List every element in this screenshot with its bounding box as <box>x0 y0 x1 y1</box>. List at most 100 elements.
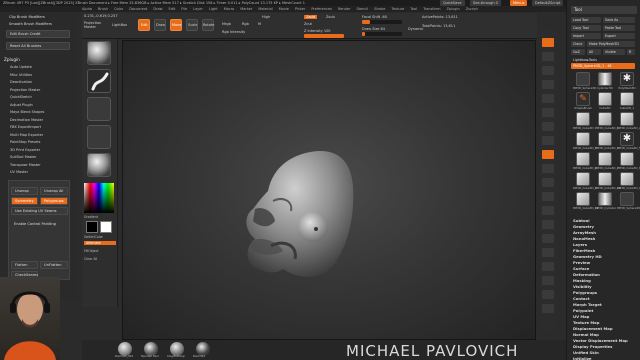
menu-layer[interactable]: Layer <box>193 7 203 11</box>
make-polymesh-button[interactable]: Make PolyMesh3D <box>587 41 635 47</box>
tool-section-contact[interactable]: Contact <box>573 296 590 301</box>
clone-button[interactable]: Clone <box>571 41 585 47</box>
tool-section-morph-target[interactable]: Morph Target <box>573 302 602 307</box>
tool-section-layers[interactable]: Layers <box>573 242 587 247</box>
alternate-button[interactable]: Alternate <box>84 241 116 245</box>
plugin-item[interactable]: Transpose Master <box>10 162 70 170</box>
tool-section-display-properties[interactable]: Display Properties <box>573 344 612 349</box>
clear-all-button[interactable]: Clear All <box>84 257 116 261</box>
menu-edit[interactable]: Edit <box>169 7 176 11</box>
shelf-lsym-button[interactable] <box>542 164 554 173</box>
secondary-color-swatch[interactable] <box>86 221 98 233</box>
draw-size-slider[interactable] <box>362 32 402 36</box>
tool-thumb[interactable] <box>620 112 634 126</box>
plugin-item[interactable]: QuickSketch <box>10 94 70 102</box>
shelf-scroll-button[interactable] <box>542 66 554 75</box>
mrgb-button[interactable]: Mrgb <box>222 22 231 26</box>
enable-control-painting[interactable]: Enable Control Painting <box>11 221 68 229</box>
unwrap-button[interactable]: Unwrap <box>11 187 38 195</box>
tool-section-deformation[interactable]: Deformation <box>573 272 600 277</box>
tool-thumb[interactable]: ✱ <box>620 72 634 86</box>
plugin-item[interactable]: Auto Update <box>10 64 70 72</box>
edit-button[interactable]: Edit <box>138 19 150 31</box>
tool-thumb[interactable] <box>598 152 612 166</box>
stroke-thumb[interactable] <box>87 69 111 93</box>
tool-section-subtool[interactable]: Subtool <box>573 218 590 223</box>
goz-button[interactable]: GoZ <box>571 49 585 55</box>
tool-thumb[interactable] <box>620 172 634 186</box>
tool-section-displacement-map[interactable]: Displacement Map <box>573 326 613 331</box>
menu-zscript[interactable]: Zscript <box>466 7 478 11</box>
menu-preferences[interactable]: Preferences <box>311 7 332 11</box>
plugin-item[interactable]: UV Master <box>10 169 70 177</box>
symmetry-button[interactable]: Symmetry <box>11 197 38 205</box>
tool-section-masking[interactable]: Masking <box>573 278 591 283</box>
tool-thumb[interactable] <box>620 192 634 206</box>
rotate-button[interactable]: Rotate <box>202 19 214 31</box>
tool-section-nanomesh[interactable]: NanoMesh <box>573 236 595 241</box>
texture-thumb[interactable] <box>87 125 111 149</box>
polygroups-button[interactable]: Polygroups <box>40 197 68 205</box>
tool-section-visibility[interactable]: Visibility <box>573 284 592 289</box>
copy-tool-button[interactable]: Copy Tool <box>571 25 601 31</box>
primary-color-swatch[interactable] <box>100 221 112 233</box>
import-button[interactable]: Import <box>571 33 601 39</box>
shelf-persp-button[interactable] <box>542 122 554 131</box>
tool-thumb[interactable] <box>598 92 612 106</box>
menu-stencil[interactable]: Stencil <box>356 7 368 11</box>
menu-transform[interactable]: Transform <box>423 7 440 11</box>
standard-brush-thumb[interactable] <box>87 41 111 65</box>
tool-section-uv-map[interactable]: UV Map <box>573 314 589 319</box>
menu-render[interactable]: Render <box>338 7 350 11</box>
menu-material[interactable]: Material <box>258 7 272 11</box>
shelf-xpose-button[interactable] <box>542 304 554 313</box>
shelf-xyz-button[interactable] <box>542 178 554 187</box>
zadd-button[interactable]: Zadd <box>304 15 317 19</box>
plugin-item[interactable]: 3D Print Exporter <box>10 147 70 155</box>
menu-tool[interactable]: Tool <box>410 7 417 11</box>
color-picker[interactable] <box>84 183 114 213</box>
shelf-zoom-button[interactable] <box>542 80 554 89</box>
tool-section-vector-displacement-map[interactable]: Vector Displacement Map <box>573 338 628 343</box>
tool-thumb[interactable] <box>598 72 612 86</box>
material-thumb[interactable] <box>87 153 111 177</box>
shelf-solo-button[interactable] <box>542 290 554 299</box>
plugin-item[interactable]: Adjust Plugin <box>10 102 70 110</box>
tool-thumb[interactable] <box>576 172 590 186</box>
tool-section-arraymesh[interactable]: ArrayMesh <box>573 230 596 235</box>
tool-thumb[interactable] <box>576 152 590 166</box>
unflatten-button[interactable]: UnFlatten <box>40 261 68 269</box>
tool-section-initialize[interactable]: Initialize <box>573 356 591 360</box>
tool-thumb[interactable] <box>620 152 634 166</box>
plugin-item[interactable]: Maya Blend Shapes <box>10 109 70 117</box>
fill-object-button[interactable]: FillObject <box>84 249 116 253</box>
zsub-button[interactable]: Zsub <box>326 15 335 19</box>
document-canvas[interactable] <box>122 40 536 340</box>
shelf-bpr-button[interactable] <box>542 38 554 47</box>
z-intensity-slider[interactable] <box>304 34 344 38</box>
projection-master-button[interactable]: Projection Master <box>84 21 106 29</box>
menu-movie[interactable]: Movie <box>279 7 289 11</box>
visible-button[interactable]: Visible <box>603 49 625 55</box>
plugin-item[interactable]: Projection Master <box>10 87 70 95</box>
switch-color-button[interactable]: SwitchColor <box>84 235 116 239</box>
tool-thumb[interactable] <box>576 192 590 206</box>
menu-color[interactable]: Color <box>114 7 123 11</box>
focal-shift-slider[interactable] <box>362 20 402 24</box>
tool-thumb[interactable]: ✱ <box>620 132 634 146</box>
shelf-local-button[interactable] <box>542 150 554 159</box>
menu-brush[interactable]: Brush <box>98 7 108 11</box>
r-button[interactable]: R <box>627 49 635 55</box>
zcut-button[interactable]: Zcut <box>304 22 312 26</box>
shelf-actual-button[interactable] <box>542 94 554 103</box>
tool-section-geometry-hd[interactable]: Geometry HD <box>573 254 602 259</box>
menu-picker[interactable]: Picker <box>295 7 305 11</box>
rgb-button[interactable]: Rgb <box>242 22 249 26</box>
save-as-button[interactable]: Save As <box>603 17 635 23</box>
menu-stroke[interactable]: Stroke <box>374 7 385 11</box>
tool-section-geometry[interactable]: Geometry <box>573 224 594 229</box>
menu-alpha[interactable]: Alpha <box>82 7 92 11</box>
export-button[interactable]: Export <box>603 33 635 39</box>
m-button[interactable]: M <box>258 22 261 26</box>
tool-section-surface[interactable]: Surface <box>573 266 589 271</box>
